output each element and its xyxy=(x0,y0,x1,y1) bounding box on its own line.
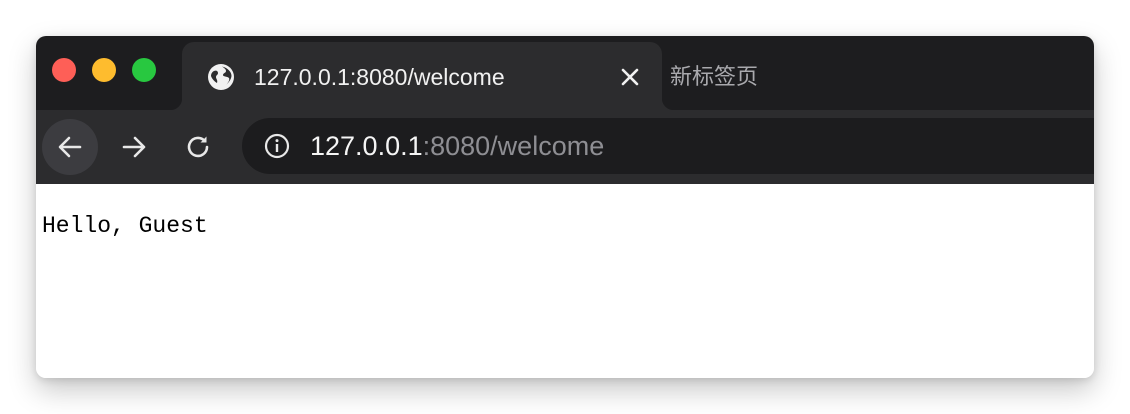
tab-title: 127.0.0.1:8080/welcome xyxy=(254,64,505,90)
tab-strip: 127.0.0.1:8080/welcome 新标签页 xyxy=(36,36,1094,110)
tab-new-tab[interactable]: 新标签页 xyxy=(670,62,758,92)
address-text: 127.0.0.1:8080/welcome xyxy=(310,130,604,162)
page-content: Hello, Guest xyxy=(36,184,1094,378)
address-bar[interactable]: 127.0.0.1:8080/welcome xyxy=(242,118,1094,174)
reload-icon xyxy=(187,136,209,158)
window-maximize-button[interactable] xyxy=(132,58,156,82)
globe-icon xyxy=(206,62,236,92)
address-host: 127.0.0.1 xyxy=(310,131,423,161)
arrow-left-icon xyxy=(58,136,82,158)
info-icon[interactable] xyxy=(264,133,290,159)
window-close-button[interactable] xyxy=(52,58,76,82)
browser-toolbar: 127.0.0.1:8080/welcome xyxy=(36,110,1094,184)
tab-active[interactable]: 127.0.0.1:8080/welcome xyxy=(170,42,674,110)
close-icon[interactable] xyxy=(616,63,644,91)
address-path: :8080/welcome xyxy=(422,131,605,161)
back-button[interactable] xyxy=(42,119,98,175)
browser-window: 127.0.0.1:8080/welcome 新标签页 127.0.0.1:80… xyxy=(36,36,1094,378)
reload-button[interactable] xyxy=(170,119,226,175)
arrow-right-icon xyxy=(122,136,146,158)
forward-button[interactable] xyxy=(106,119,162,175)
desktop-backdrop: 127.0.0.1:8080/welcome 新标签页 127.0.0.1:80… xyxy=(0,0,1130,414)
window-minimize-button[interactable] xyxy=(92,58,116,82)
page-body-text: Hello, Guest xyxy=(42,213,208,239)
